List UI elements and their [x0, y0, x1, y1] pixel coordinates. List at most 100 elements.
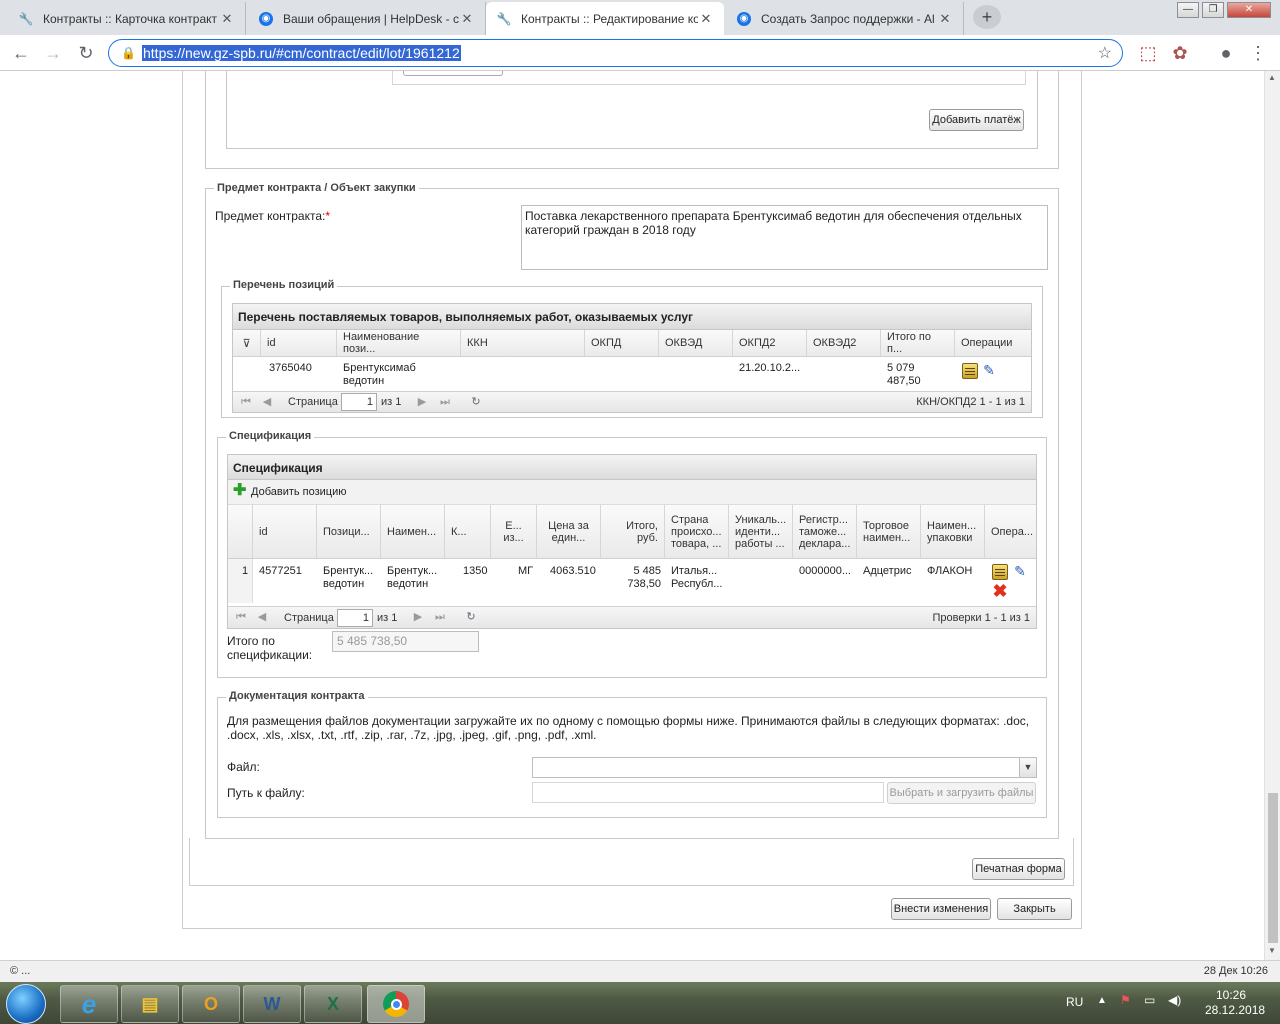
last-page-icon[interactable]: ⏭	[438, 395, 452, 409]
browser-tab[interactable]: ◉ Ваши обращения | HelpDesk - с ✕	[248, 2, 486, 35]
clock[interactable]: 10:26 28.12.2018	[1205, 988, 1265, 1018]
windows-start-icon[interactable]	[6, 984, 46, 1024]
delete-icon[interactable]: ✖	[992, 582, 1008, 600]
add-plus-icon[interactable]: ✚	[233, 483, 246, 499]
status-bar: © ... 28 Дек 10:26	[0, 960, 1280, 982]
tab-title: Ваши обращения | HelpDesk - с	[283, 11, 459, 26]
edit-pencil-icon[interactable]: ✎	[1012, 563, 1028, 579]
chrome-icon[interactable]	[367, 985, 425, 1023]
col-position[interactable]: Позици...	[317, 505, 381, 558]
apply-changes-button[interactable]: Внести изменения	[891, 898, 991, 920]
close-tab-icon[interactable]: ✕	[219, 11, 235, 27]
view-document-icon[interactable]	[962, 363, 978, 379]
last-page-icon[interactable]: ⏭	[433, 610, 447, 624]
col-okved[interactable]: ОКВЭД	[659, 330, 733, 356]
col-name[interactable]: Наимен...	[381, 505, 445, 558]
url-text[interactable]: https://new.gz-spb.ru/#cm/contract/edit/…	[142, 45, 461, 61]
page-number-input[interactable]: 1	[337, 609, 373, 627]
col-package[interactable]: Наимен... упаковки	[921, 505, 985, 558]
col-unique-id[interactable]: Уникаль... иденти... работы ...	[729, 505, 793, 558]
new-tab-button[interactable]: +	[973, 5, 1001, 29]
upload-files-button[interactable]: Выбрать и загрузить файлы	[887, 782, 1036, 804]
subject-label: Предмет контракта:*	[215, 209, 331, 223]
col-name[interactable]: Наименование пози...	[337, 330, 461, 356]
first-page-icon[interactable]: ⏮	[234, 610, 248, 624]
pdf-extension-icon[interactable]: ⬚	[1136, 41, 1160, 65]
close-tab-icon[interactable]: ✕	[459, 11, 475, 27]
word-icon[interactable]: W	[243, 985, 301, 1023]
refresh-icon[interactable]: ↻	[469, 395, 483, 409]
cell-name-line2: ведотин	[387, 578, 429, 590]
extension-icon[interactable]: ✿	[1168, 41, 1192, 65]
browser-tab[interactable]: 🔧 Контракты :: Карточка контракт ✕	[8, 2, 246, 35]
table-row[interactable]: 1 4577251 Брентук... ведотин Брентук... …	[228, 559, 1026, 603]
page-number-input[interactable]: 1	[341, 393, 377, 411]
close-tab-icon[interactable]: ✕	[698, 11, 714, 27]
col-total[interactable]: Итого по п...	[881, 330, 955, 356]
col-price[interactable]: Цена за един...	[537, 505, 601, 558]
tray-expand-icon[interactable]: ▲	[1097, 995, 1107, 1006]
prev-page-icon[interactable]: ◀	[255, 610, 269, 624]
add-position-button[interactable]: Добавить позицию	[251, 486, 347, 498]
col-trade-name[interactable]: Торговое наимен...	[857, 505, 921, 558]
specification-toolbar: ✚ Добавить позицию	[228, 480, 1036, 505]
maximize-button[interactable]: ❐	[1202, 2, 1224, 18]
window-close-button[interactable]: ✕	[1227, 2, 1271, 18]
subject-textarea[interactable]: Поставка лекарственного препарата Бренту…	[521, 205, 1048, 270]
refresh-icon[interactable]: ↻	[464, 610, 478, 624]
browser-tab-active[interactable]: 🔧 Контракты :: Редактирование ко ✕	[486, 2, 724, 35]
col-okpd[interactable]: ОКПД	[585, 330, 659, 356]
excel-icon[interactable]: X	[304, 985, 362, 1023]
payment-row-button[interactable]	[403, 71, 503, 76]
language-indicator[interactable]: RU	[1066, 995, 1083, 1009]
network-warning-icon[interactable]: ⚑	[1120, 993, 1131, 1007]
col-customs-decl[interactable]: Регистр... таможе... деклара...	[793, 505, 857, 558]
chevron-down-icon[interactable]: ▼	[1019, 758, 1036, 777]
close-button[interactable]: Закрыть	[997, 898, 1072, 920]
col-total[interactable]: Итого, руб.	[601, 505, 665, 558]
scroll-up-icon[interactable]: ▲	[1268, 73, 1276, 82]
print-form-button[interactable]: Печатная форма	[972, 858, 1065, 880]
next-page-icon[interactable]: ▶	[411, 610, 425, 624]
bookmark-star-icon[interactable]: ☆	[1098, 43, 1112, 63]
outlook-icon[interactable]: O	[182, 985, 240, 1023]
scroll-down-icon[interactable]: ▼	[1268, 946, 1276, 955]
menu-kebab-icon[interactable]: ⋮	[1246, 41, 1270, 65]
positions-pager: ⏮ ◀ Страница 1 из 1 ▶ ⏭ ↻ ККН/ОКПД2 1 - …	[233, 391, 1031, 412]
add-payment-button[interactable]: Добавить платёж	[929, 109, 1024, 131]
address-bar[interactable]: 🔒 https://new.gz-spb.ru/#cm/contract/edi…	[108, 39, 1123, 67]
status-left: © ...	[10, 965, 31, 977]
file-select[interactable]: ▼	[532, 757, 1037, 778]
col-okved2[interactable]: ОКВЭД2	[807, 330, 881, 356]
scrollbar-thumb[interactable]	[1268, 793, 1278, 943]
edit-pencil-icon[interactable]: ✎	[981, 362, 997, 378]
col-country[interactable]: Страна происхо... товара, ...	[665, 505, 729, 558]
volume-icon[interactable]: ◀)	[1168, 993, 1181, 1007]
first-page-icon[interactable]: ⏮	[239, 395, 253, 409]
minimize-button[interactable]: —	[1177, 2, 1199, 18]
back-arrow-icon[interactable]: ←	[9, 41, 33, 65]
browser-tab[interactable]: ◉ Создать Запрос поддержки - Al ✕	[726, 2, 964, 35]
monitor-icon[interactable]: ▭	[1144, 993, 1155, 1007]
col-kkn[interactable]: ККН	[461, 330, 585, 356]
page-scrollbar[interactable]: ▲ ▼	[1264, 71, 1280, 960]
col-unit[interactable]: Е... из...	[491, 505, 537, 558]
close-tab-icon[interactable]: ✕	[937, 11, 953, 27]
profile-icon[interactable]: ●	[1214, 41, 1238, 65]
forward-arrow-icon[interactable]: →	[41, 41, 65, 65]
internet-explorer-icon[interactable]: e	[60, 985, 118, 1023]
col-id[interactable]: id	[253, 505, 317, 558]
next-page-icon[interactable]: ▶	[415, 395, 429, 409]
table-row[interactable]: 3765040 Брентуксимаб ведотин 21.20.10.2.…	[233, 357, 1009, 391]
col-okpd2[interactable]: ОКПД2	[733, 330, 807, 356]
col-id[interactable]: id	[261, 330, 337, 356]
reload-icon[interactable]: ↻	[74, 41, 98, 65]
view-document-icon[interactable]	[992, 564, 1008, 580]
prev-page-icon[interactable]: ◀	[260, 395, 274, 409]
browser-toolbar: ← → ↻ 🔒 https://new.gz-spb.ru/#cm/contra…	[0, 35, 1280, 71]
cell-unit: МГ	[518, 565, 534, 577]
col-qty[interactable]: К...	[445, 505, 491, 558]
spec-total-field: 5 485 738,50	[332, 631, 479, 652]
filter-clear-icon[interactable]: ⊽	[233, 330, 261, 356]
file-explorer-icon[interactable]: ▤	[121, 985, 179, 1023]
